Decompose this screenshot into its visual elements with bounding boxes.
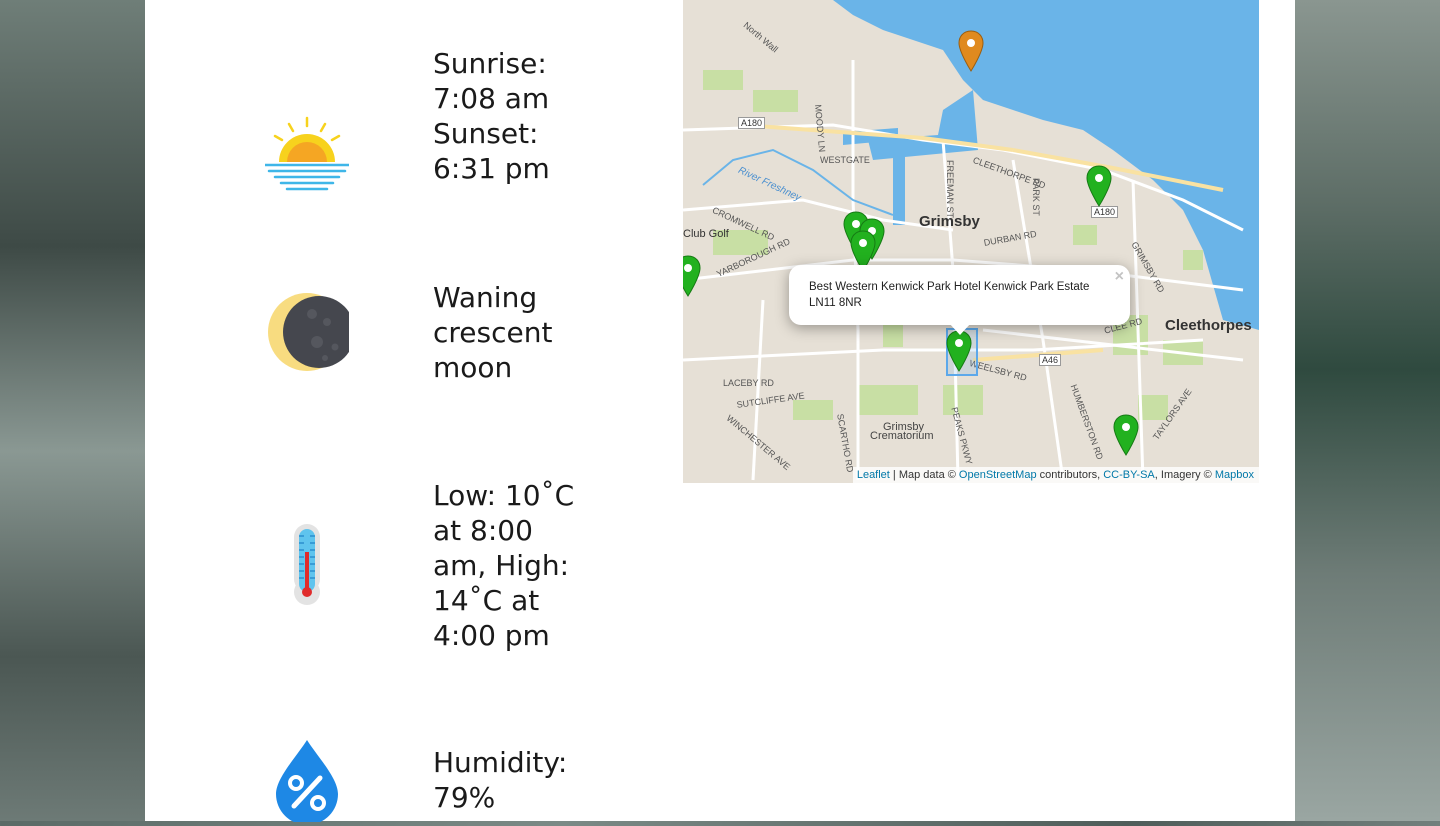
- map-attribution: Leaflet | Map data © OpenStreetMap contr…: [852, 467, 1259, 483]
- map-marker-green[interactable]: [1113, 414, 1139, 456]
- temperature-line-3: am, High:: [433, 549, 570, 582]
- map-label-westgate: WESTGATE: [820, 155, 870, 165]
- map-view[interactable]: Grimsby Cleethorpes Grimsby Crematorium …: [683, 0, 1259, 483]
- map-label-crematorium-2: Crematorium: [870, 430, 934, 442]
- map-label-park-st: PARK ST: [1031, 178, 1041, 216]
- humidity-info: Humidity: 79%: [433, 745, 583, 815]
- temperature-info: Low: 10˚C at 8:00 am, High: 14˚C at 4:00…: [433, 478, 583, 653]
- map-label-laceby: LACEBY RD: [723, 378, 774, 388]
- moon-phase-line-3: moon: [433, 351, 513, 384]
- sun-info: Sunrise: 7:08 am Sunset: 6:31 pm: [433, 46, 583, 186]
- map-popup: Best Western Kenwick Park Hotel Kenwick …: [789, 265, 1130, 335]
- map-label-a180-1: A180: [738, 117, 766, 129]
- license-link[interactable]: CC-BY-SA: [1103, 469, 1155, 481]
- thermometer-icon: [265, 522, 349, 606]
- map-marker-green[interactable]: [1086, 165, 1112, 207]
- popup-content: Best Western Kenwick Park Hotel Kenwick …: [809, 279, 1089, 311]
- background-left: [0, 0, 145, 821]
- sunset-time: 6:31 pm: [433, 152, 550, 185]
- weather-panel: Sunrise: 7:08 am Sunset: 6:31 pm Waning …: [145, 0, 1295, 825]
- map-marker-green-selected[interactable]: [946, 330, 972, 372]
- map-marker-orange[interactable]: [958, 30, 984, 72]
- sunrise-icon: [263, 116, 351, 200]
- moon-phase-line-1: Waning: [433, 281, 538, 314]
- map-label-freeman: FREEMAN ST: [945, 160, 955, 219]
- map-label-club-golf: Club Golf: [683, 228, 729, 240]
- mapbox-link[interactable]: Mapbox: [1215, 469, 1254, 481]
- attribution-text-2: contributors,: [1036, 469, 1104, 481]
- temperature-line-4: 14˚C at: [433, 584, 540, 617]
- map-label-a180-2: A180: [1091, 206, 1119, 218]
- sunrise-label: Sunrise:: [433, 47, 547, 80]
- temperature-line-1: Low: 10˚C: [433, 479, 575, 512]
- temperature-row: Low: 10˚C at 8:00 am, High: 14˚C at 4:00…: [145, 478, 685, 678]
- moon-info: Waning crescent moon: [433, 280, 583, 385]
- sun-row: Sunrise: 7:08 am Sunset: 6:31 pm: [145, 40, 685, 210]
- popup-tip: [949, 323, 971, 335]
- humidity-value: 79%: [433, 781, 496, 814]
- moon-row: Waning crescent moon: [145, 280, 685, 420]
- leaflet-link[interactable]: Leaflet: [857, 469, 890, 481]
- map-marker-green[interactable]: [683, 255, 701, 297]
- map-label-a46: A46: [1039, 354, 1062, 366]
- attribution-text-1: | Map data ©: [889, 469, 959, 481]
- humidity-drop-icon: [265, 738, 349, 825]
- openstreetmap-link[interactable]: OpenStreetMap: [959, 469, 1037, 481]
- temperature-line-5: 4:00 pm: [433, 619, 550, 652]
- waning-crescent-moon-icon: [265, 292, 355, 376]
- temperature-line-2: at 8:00: [433, 514, 533, 547]
- sunset-label: Sunset:: [433, 117, 539, 150]
- map-label-cleethorpes: Cleethorpes: [1165, 317, 1252, 334]
- humidity-label: Humidity:: [433, 746, 568, 779]
- background-right: [1295, 0, 1440, 821]
- popup-line-1: Best Western Kenwick Park Hotel Kenwick …: [809, 281, 1090, 293]
- popup-line-2: LN11 8NR: [809, 297, 862, 309]
- moon-phase-line-2: crescent: [433, 316, 553, 349]
- humidity-row: Humidity: 79%: [145, 740, 685, 825]
- sunrise-time: 7:08 am: [433, 82, 550, 115]
- attribution-text-3: , Imagery ©: [1154, 469, 1215, 481]
- popup-close-icon[interactable]: ×: [1115, 268, 1124, 286]
